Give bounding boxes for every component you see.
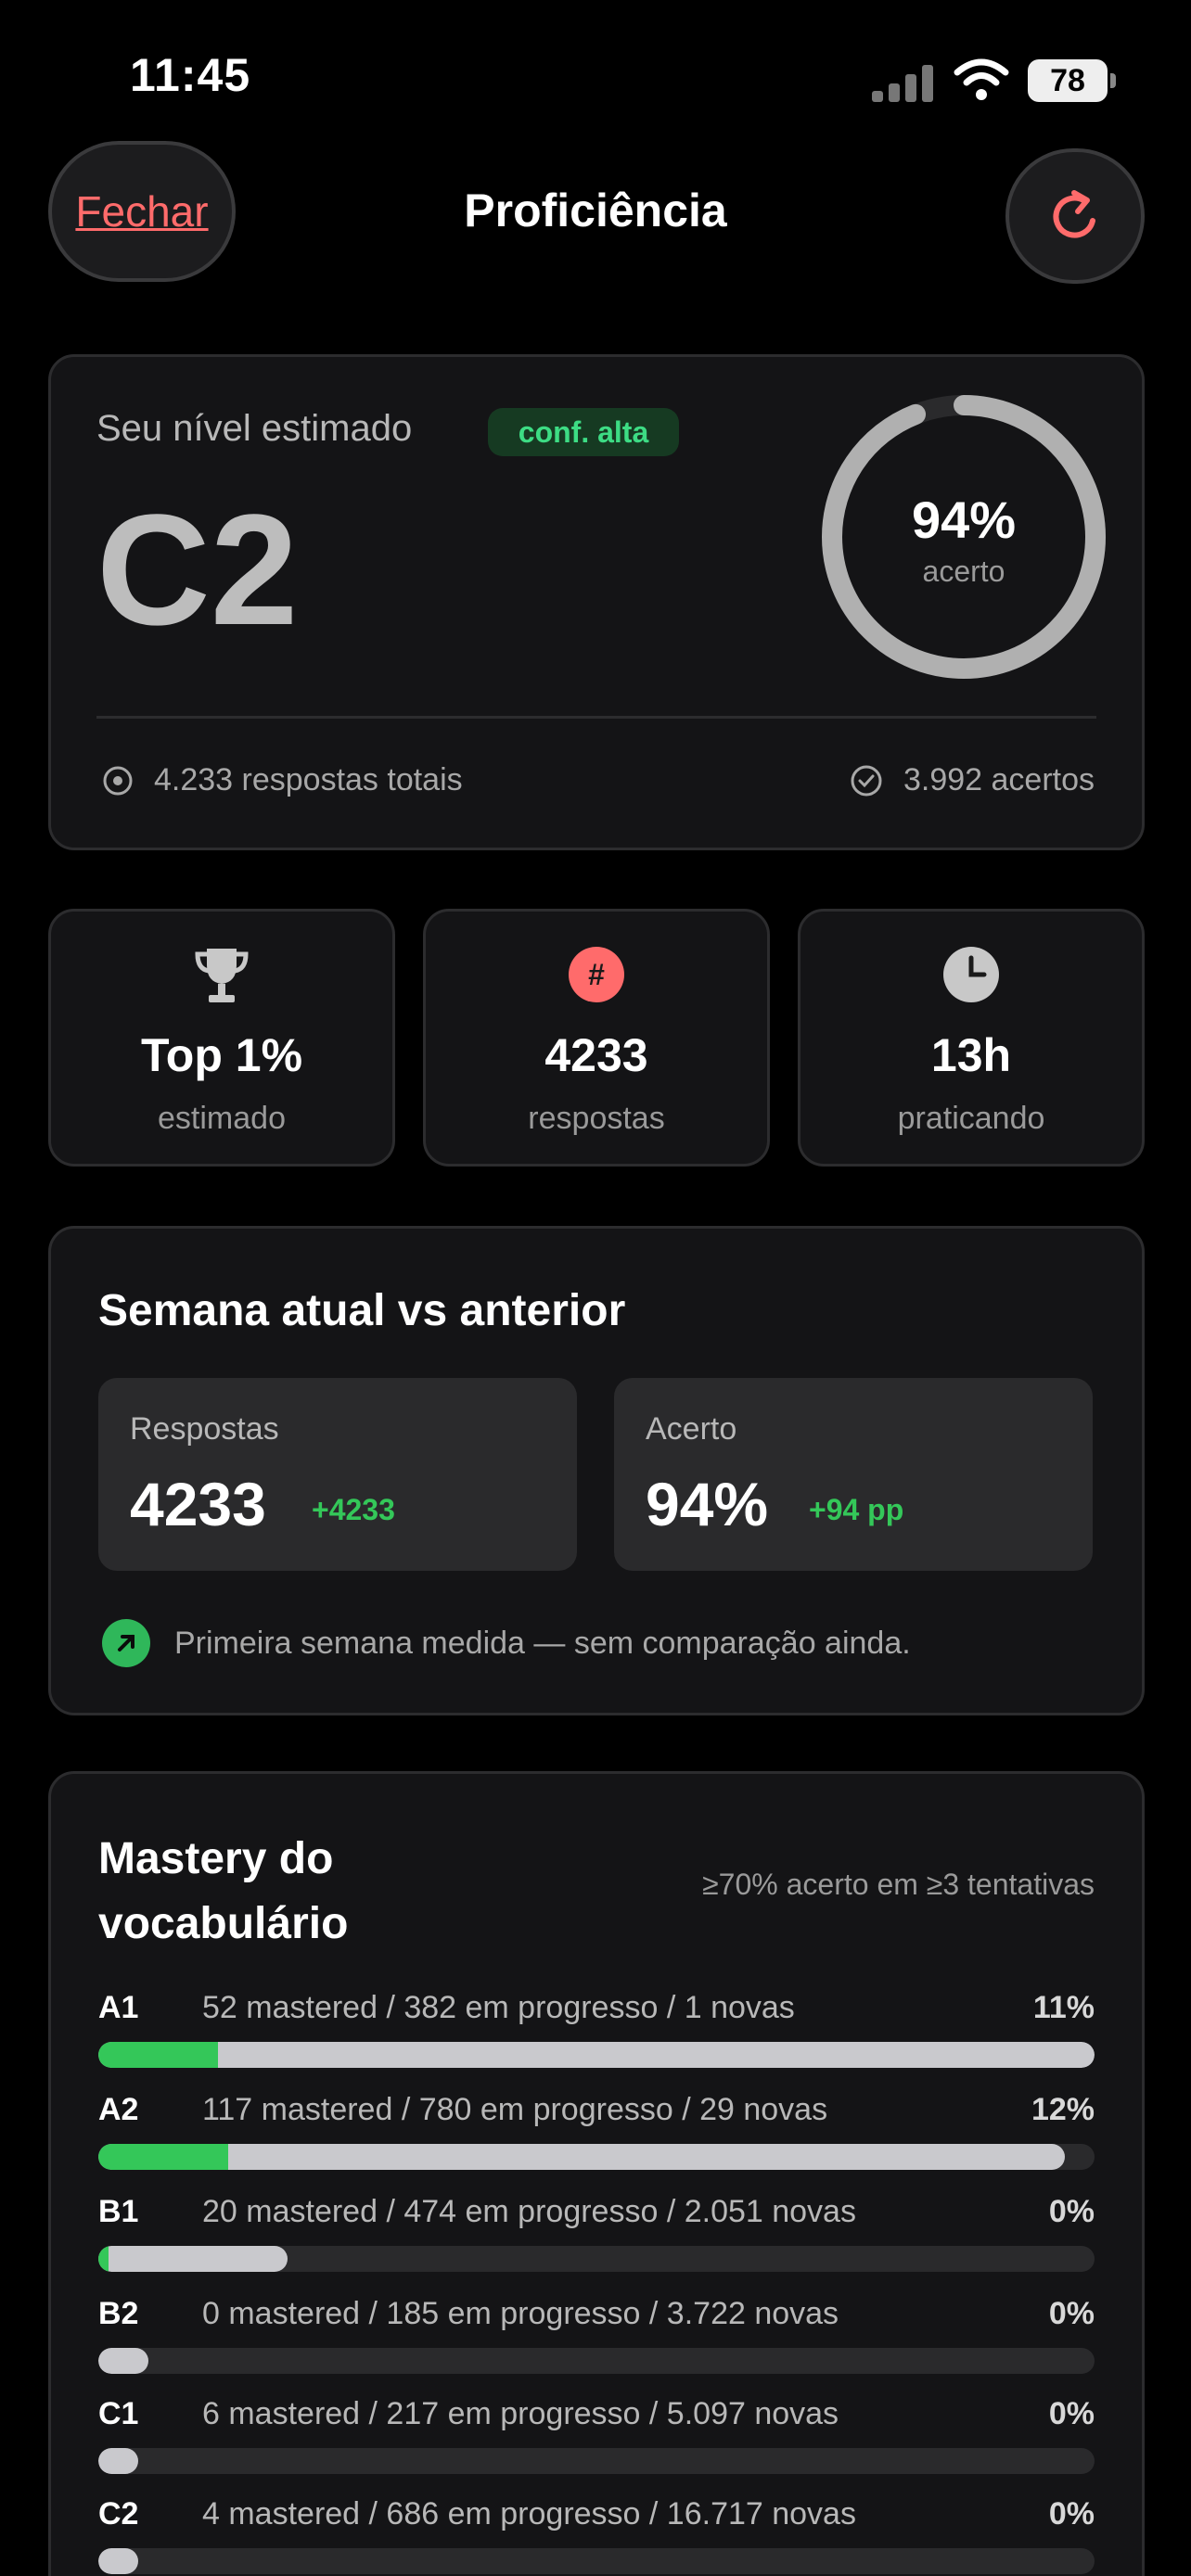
trophy-icon — [195, 949, 249, 1002]
week-accuracy-tile: Acerto 94% +94 pp — [614, 1378, 1093, 1571]
cellular-signal-icon — [872, 61, 935, 102]
row-description: 4 mastered / 686 em progresso / 16.717 n… — [202, 2496, 856, 2531]
in-progress-segment — [98, 2348, 148, 2374]
target-icon — [103, 766, 133, 795]
stat-label: estimado — [158, 1101, 286, 1136]
stat-card-answers: # 4233 respostas — [423, 909, 770, 1167]
mastered-segment — [98, 2144, 228, 2170]
row-level: A1 — [98, 1990, 139, 2025]
row-description: 0 mastered / 185 em progresso / 3.722 no… — [202, 2296, 839, 2331]
in-progress-segment — [98, 2246, 288, 2272]
row-description: 117 mastered / 780 em progresso / 29 nov… — [202, 2092, 828, 2127]
row-percent: 0% — [1048, 2194, 1095, 2229]
stat-value: 13h — [930, 1029, 1012, 1081]
week-note-text: Primeira semana medida — sem comparação … — [174, 1625, 911, 1661]
mastery-progress-bar — [98, 2042, 1095, 2068]
row-percent: 0% — [1048, 2396, 1095, 2431]
in-progress-segment — [98, 2448, 138, 2474]
in-progress-segment — [98, 2548, 138, 2574]
mastery-progress-bar — [98, 2448, 1095, 2474]
tile-label: Respostas — [130, 1411, 279, 1447]
mastery-progress-bar — [98, 2246, 1095, 2272]
mastery-row: B1 20 mastered / 474 em progresso / 2.051… — [98, 2194, 1095, 2296]
wifi-icon — [954, 58, 1009, 100]
in-progress-segment — [98, 2144, 1065, 2170]
total-answers-text: 4.233 respostas totais — [154, 762, 463, 797]
mastery-row: B2 0 mastered / 185 em progresso / 3.722 … — [98, 2296, 1095, 2398]
mastery-progress-bar — [98, 2348, 1095, 2374]
mastered-segment — [98, 2246, 109, 2272]
mastered-segment — [98, 2042, 218, 2068]
estimated-level: C2 — [96, 482, 299, 658]
row-description: 52 mastered / 382 em progresso / 1 novas — [202, 1990, 795, 2025]
week-title: Semana atual vs anterior — [98, 1286, 626, 1335]
refresh-button[interactable] — [1005, 148, 1145, 284]
mastery-row: C1 6 mastered / 217 em progresso / 5.097 … — [98, 2396, 1095, 2498]
mastery-progress-bar — [98, 2144, 1095, 2170]
row-description: 20 mastered / 474 em progresso / 2.051 n… — [202, 2194, 856, 2229]
divider — [96, 716, 1096, 719]
week-answers-tile: Respostas 4233 +4233 — [98, 1378, 577, 1571]
tile-value: 94% — [646, 1470, 769, 1538]
stat-label: respostas — [528, 1101, 665, 1136]
mastery-subtitle: ≥70% acerto em ≥3 tentativas — [702, 1868, 1095, 1901]
refresh-icon — [1053, 190, 1095, 238]
mastery-row: C2 4 mastered / 686 em progresso / 16.717… — [98, 2496, 1095, 2576]
svg-text:#: # — [588, 958, 605, 991]
row-percent: 0% — [1048, 2496, 1095, 2531]
stat-card-time: 13h praticando — [798, 909, 1145, 1167]
check-circle-icon — [851, 765, 882, 796]
row-level: A2 — [98, 2092, 139, 2127]
total-correct: 3.992 acertos — [850, 762, 1095, 798]
hash-icon: # — [569, 947, 624, 1002]
mastery-progress-bar — [98, 2548, 1095, 2574]
stat-card-rank: Top 1% estimado — [48, 909, 395, 1167]
row-level: B1 — [98, 2194, 139, 2229]
stat-label: praticando — [897, 1101, 1045, 1136]
mastery-title: Mastery do vocabulário — [98, 1834, 349, 1948]
week-note: Primeira semana medida — sem comparação … — [102, 1619, 911, 1667]
stat-value: 4233 — [544, 1029, 648, 1081]
confidence-badge: conf. alta — [488, 408, 679, 456]
tile-delta: +94 pp — [809, 1493, 904, 1526]
in-progress-segment — [98, 2042, 1095, 2068]
stat-value: Top 1% — [140, 1029, 303, 1081]
row-percent: 0% — [1048, 2296, 1095, 2331]
battery-indicator: 78 — [1028, 59, 1116, 102]
row-level: B2 — [98, 2296, 139, 2331]
mastery-row: A2 117 mastered / 780 em progresso / 29 n… — [98, 2092, 1095, 2194]
total-answers: 4.233 respostas totais — [102, 762, 463, 798]
trend-up-icon — [102, 1619, 150, 1667]
row-level: C1 — [98, 2396, 139, 2431]
row-description: 6 mastered / 217 em progresso / 5.097 no… — [202, 2396, 839, 2431]
level-label: Seu nível estimado — [96, 408, 413, 449]
accuracy-label: acerto — [922, 555, 1005, 588]
clock-icon — [943, 947, 999, 1002]
mastery-row: A1 52 mastered / 382 em progresso / 1 nov… — [98, 1990, 1095, 2092]
row-percent: 12% — [1031, 2092, 1095, 2127]
row-percent: 11% — [1032, 1990, 1095, 2025]
accuracy-value: 94% — [911, 491, 1017, 549]
tile-value: 4233 — [130, 1470, 266, 1538]
status-time: 11:45 — [130, 49, 251, 101]
row-level: C2 — [98, 2496, 139, 2531]
tile-delta: +4233 — [312, 1493, 395, 1526]
tile-label: Acerto — [646, 1411, 737, 1447]
total-correct-text: 3.992 acertos — [903, 762, 1095, 797]
